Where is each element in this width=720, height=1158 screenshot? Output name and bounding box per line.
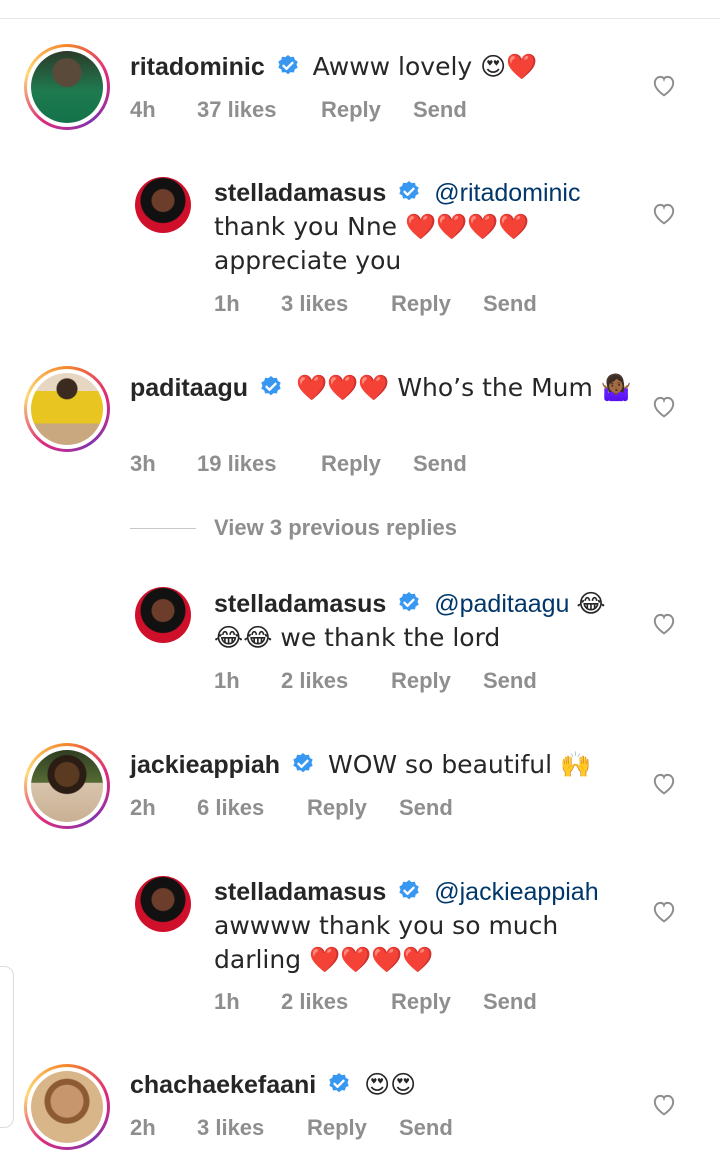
comment-username[interactable]: stelladamasus	[214, 179, 386, 207]
avatar-stelladamasus[interactable]	[135, 177, 191, 233]
heart-outline-icon[interactable]	[651, 1092, 677, 1116]
comment-text: awwww thank you so much darling ❤️❤️❤️❤️	[214, 911, 559, 974]
reply-button[interactable]: Reply	[321, 97, 381, 123]
comment-text: Awww lovely 😍❤️	[312, 52, 538, 81]
send-button[interactable]: Send	[483, 668, 537, 694]
reply-button[interactable]: Reply	[391, 291, 451, 317]
comment-mention[interactable]: @ritadominic	[434, 179, 580, 207]
send-button[interactable]: Send	[413, 451, 467, 477]
verified-badge-icon	[261, 376, 281, 396]
heart-outline-icon[interactable]	[651, 899, 677, 923]
verified-badge-icon	[399, 181, 419, 201]
send-button[interactable]: Send	[483, 291, 537, 317]
comment-likes[interactable]: 37 likes	[197, 97, 277, 123]
comment-likes[interactable]: 6 likes	[197, 795, 264, 821]
send-button[interactable]: Send	[413, 97, 467, 123]
comment-text: WOW so beautiful 🙌	[327, 750, 592, 779]
view-replies-label[interactable]: View 3 previous replies	[214, 515, 457, 541]
comment-username[interactable]: chachaekefaani	[130, 1071, 316, 1099]
comment-time: 1h	[214, 989, 240, 1014]
replies-divider	[130, 528, 196, 529]
comment-time: 3h	[130, 451, 156, 476]
avatar-ritadominic[interactable]	[24, 44, 110, 130]
avatar-stelladamasus[interactable]	[135, 876, 191, 932]
verified-badge-icon	[293, 753, 313, 773]
send-button[interactable]: Send	[399, 1115, 453, 1141]
comment-likes[interactable]: 3 likes	[197, 1115, 264, 1141]
comment-text: thank you Nne ❤️❤️❤️❤️ appreciate you	[214, 212, 530, 275]
avatar-paditaagu[interactable]	[24, 366, 110, 452]
reply-button[interactable]: Reply	[307, 795, 367, 821]
verified-badge-icon	[278, 55, 298, 75]
verified-badge-icon	[329, 1073, 349, 1093]
reply-button[interactable]: Reply	[307, 1115, 367, 1141]
comment-time: 2h	[130, 1115, 156, 1140]
verified-badge-icon	[399, 592, 419, 612]
comment-mention[interactable]: @jackieappiah	[434, 878, 598, 906]
comment-username[interactable]: stelladamasus	[214, 590, 386, 618]
top-divider	[0, 18, 720, 19]
heart-outline-icon[interactable]	[651, 611, 677, 635]
avatar-chachaekefaani[interactable]	[24, 1064, 110, 1150]
send-button[interactable]: Send	[399, 795, 453, 821]
comment-body: paditaagu ❤️❤️❤️ Who’s the Mum 🤷🏾‍♀️	[130, 371, 640, 405]
comment-body: stelladamasus @ritadominic thank you Nne…	[214, 177, 634, 278]
comment-text: 😍😍	[364, 1070, 417, 1099]
comment-likes[interactable]: 2 likes	[281, 989, 348, 1015]
avatar-stelladamasus[interactable]	[135, 587, 191, 643]
reply-button[interactable]: Reply	[391, 668, 451, 694]
comment-body: stelladamasus @jackieappiah awwww thank …	[214, 876, 634, 977]
comment-time: 4h	[130, 97, 156, 122]
heart-outline-icon[interactable]	[651, 73, 677, 97]
comment-username[interactable]: stelladamasus	[214, 878, 386, 906]
comment-likes[interactable]: 3 likes	[281, 291, 348, 317]
comment-body: ritadominic Awww lovely 😍❤️	[130, 50, 650, 84]
heart-outline-icon[interactable]	[651, 201, 677, 225]
comment-username[interactable]: paditaagu	[130, 374, 248, 402]
avatar-jackieappiah[interactable]	[24, 743, 110, 829]
heart-outline-icon[interactable]	[651, 771, 677, 795]
reply-button[interactable]: Reply	[321, 451, 381, 477]
reply-button[interactable]: Reply	[391, 989, 451, 1015]
send-button[interactable]: Send	[483, 989, 537, 1015]
comment-time: 2h	[130, 795, 156, 820]
comment-body: stelladamasus @paditaagu 😂😂😂 we thank th…	[214, 587, 634, 655]
offscreen-card-edge	[0, 966, 14, 1128]
comment-likes[interactable]: 2 likes	[281, 668, 348, 694]
comment-likes[interactable]: 19 likes	[197, 451, 277, 477]
comment-time: 1h	[214, 291, 240, 316]
comment-username[interactable]: jackieappiah	[130, 751, 280, 779]
comment-text: ❤️❤️❤️ Who’s the Mum 🤷🏾‍♀️	[295, 373, 632, 402]
comment-username[interactable]: ritadominic	[130, 53, 265, 81]
comment-body: jackieappiah WOW so beautiful 🙌	[130, 748, 640, 782]
comment-time: 1h	[214, 668, 240, 693]
heart-outline-icon[interactable]	[651, 394, 677, 418]
comment-body: chachaekefaani 😍😍	[130, 1068, 640, 1102]
verified-badge-icon	[399, 880, 419, 900]
comment-mention[interactable]: @paditaagu	[434, 590, 569, 618]
